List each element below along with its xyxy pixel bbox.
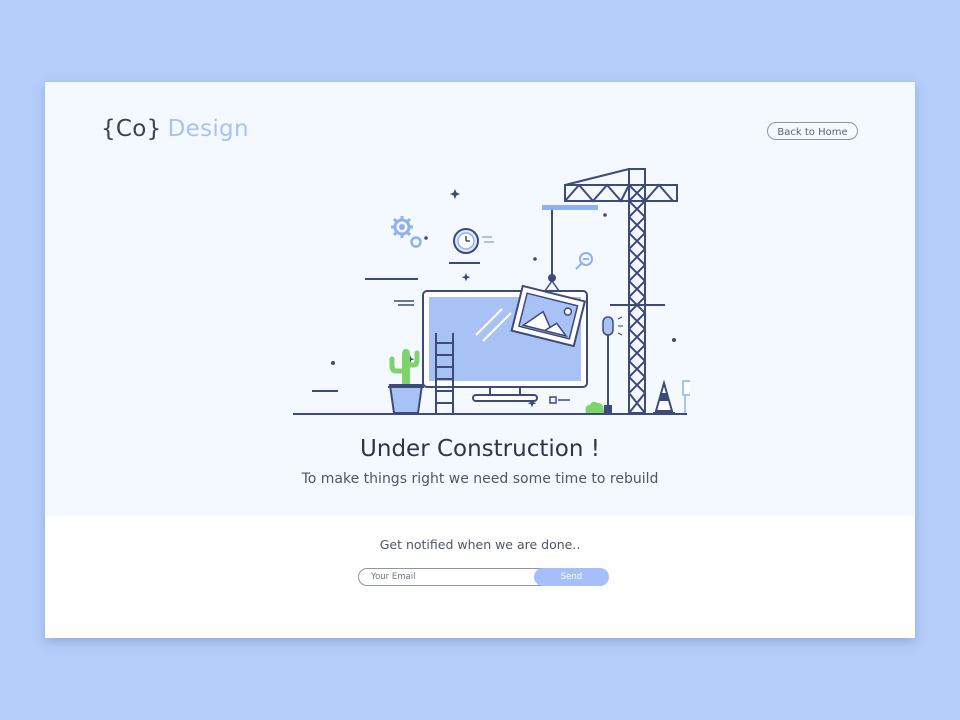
notify-prompt: Get notified when we are done..	[379, 537, 581, 552]
logo-accent: Design	[167, 116, 249, 142]
hero-section: {Co} Design Back to Home Under Construct…	[45, 82, 915, 516]
send-button[interactable]: Send	[534, 568, 609, 586]
barrier-icon	[682, 380, 690, 413]
page-title: Under Construction !	[360, 436, 600, 462]
construction-illustration	[293, 168, 690, 415]
cactus-icon	[388, 349, 424, 414]
traffic-cone-icon	[653, 379, 675, 414]
lamp-icon	[602, 316, 623, 413]
bush-icon	[585, 401, 604, 413]
notify-form: Send	[358, 568, 609, 586]
crane-trolley	[542, 205, 598, 210]
email-field[interactable]	[358, 568, 548, 586]
logo[interactable]: {Co} Design	[101, 116, 249, 142]
page-card: {Co} Design Back to Home Under Construct…	[45, 82, 915, 638]
magnifier-icon	[575, 252, 593, 270]
logo-brand: {Co}	[101, 116, 162, 142]
clock-icon	[453, 228, 494, 254]
page-subtitle: To make things right we need some time t…	[301, 471, 659, 487]
back-to-home-button[interactable]: Back to Home	[767, 122, 858, 140]
crane-hook	[548, 274, 556, 282]
